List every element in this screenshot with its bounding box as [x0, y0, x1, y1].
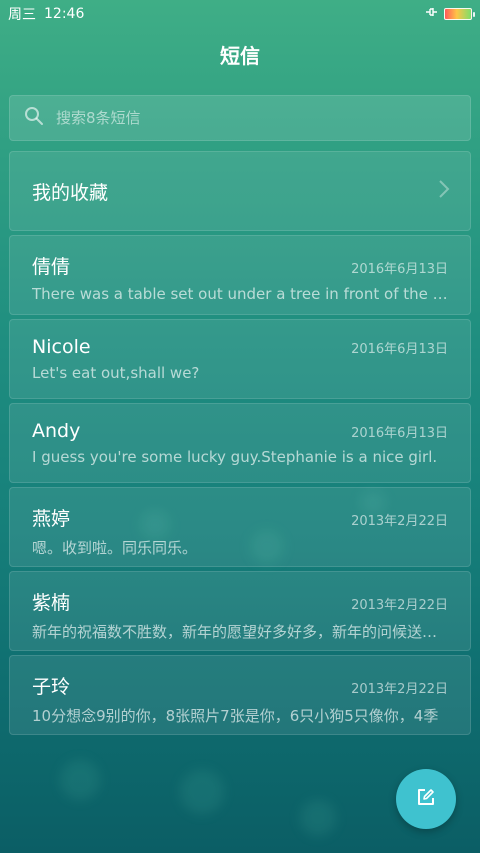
status-time: 12:46 — [44, 6, 85, 22]
chevron-right-icon — [438, 177, 450, 205]
message-date: 2016年6月13日 — [351, 342, 448, 357]
contact-name: 紫楠 — [32, 592, 71, 614]
message-date: 2013年2月22日 — [351, 514, 448, 529]
compose-button[interactable] — [396, 769, 456, 829]
message-item[interactable]: 子玲 2013年2月22日 10分想念9别的你，8张照片7张是你，6只小狗5只像… — [9, 655, 471, 735]
background-bokeh — [300, 800, 336, 836]
contact-name: 子玲 — [32, 676, 71, 698]
message-preview: There was a table set out under a tree i… — [32, 285, 448, 303]
favorites-label: 我的收藏 — [32, 181, 109, 204]
page-title: 短信 — [220, 44, 260, 68]
message-preview: 新年的祝福数不胜数，新年的愿望好多好多，新年的问候送给你 — [32, 623, 448, 641]
charging-icon — [424, 6, 438, 22]
message-date: 2016年6月13日 — [351, 426, 448, 441]
background-bokeh — [60, 760, 100, 800]
contact-name: Andy — [32, 420, 81, 442]
message-date: 2013年2月22日 — [351, 682, 448, 697]
message-item[interactable]: Andy 2016年6月13日 I guess you're some luck… — [9, 403, 471, 483]
compose-icon — [416, 787, 436, 811]
contact-name: Nicole — [32, 336, 91, 358]
status-right — [424, 6, 475, 22]
message-item[interactable]: 倩倩 2016年6月13日 There was a table set out … — [9, 235, 471, 315]
search-bar[interactable] — [9, 95, 471, 141]
message-item[interactable]: 燕婷 2013年2月22日 嗯。收到啦。同乐同乐。 — [9, 487, 471, 567]
message-preview: Let's eat out,shall we? — [32, 364, 200, 382]
contact-name: 燕婷 — [32, 508, 71, 530]
message-preview: I guess you're some lucky guy.Stephanie … — [32, 448, 438, 466]
search-icon — [24, 106, 44, 130]
favorites-row[interactable]: 我的收藏 — [9, 151, 471, 231]
search-input[interactable] — [54, 108, 470, 128]
status-bar: 周三 12:46 — [0, 0, 480, 28]
message-date: 2016年6月13日 — [351, 262, 448, 277]
message-item[interactable]: Nicole 2016年6月13日 Let's eat out,shall we… — [9, 319, 471, 399]
background-bokeh — [180, 770, 224, 814]
message-item[interactable]: 紫楠 2013年2月22日 新年的祝福数不胜数，新年的愿望好多好多，新年的问候送… — [9, 571, 471, 651]
message-date: 2013年2月22日 — [351, 598, 448, 613]
battery-icon — [444, 8, 475, 20]
message-list: 倩倩 2016年6月13日 There was a table set out … — [9, 235, 471, 739]
contact-name: 倩倩 — [32, 256, 71, 278]
status-weekday: 周三 — [8, 7, 36, 23]
status-left: 周三 12:46 — [8, 4, 84, 24]
message-preview: 嗯。收到啦。同乐同乐。 — [32, 539, 198, 557]
message-preview: 10分想念9别的你，8张照片7张是你，6只小狗5只像你，4季 — [32, 707, 439, 725]
